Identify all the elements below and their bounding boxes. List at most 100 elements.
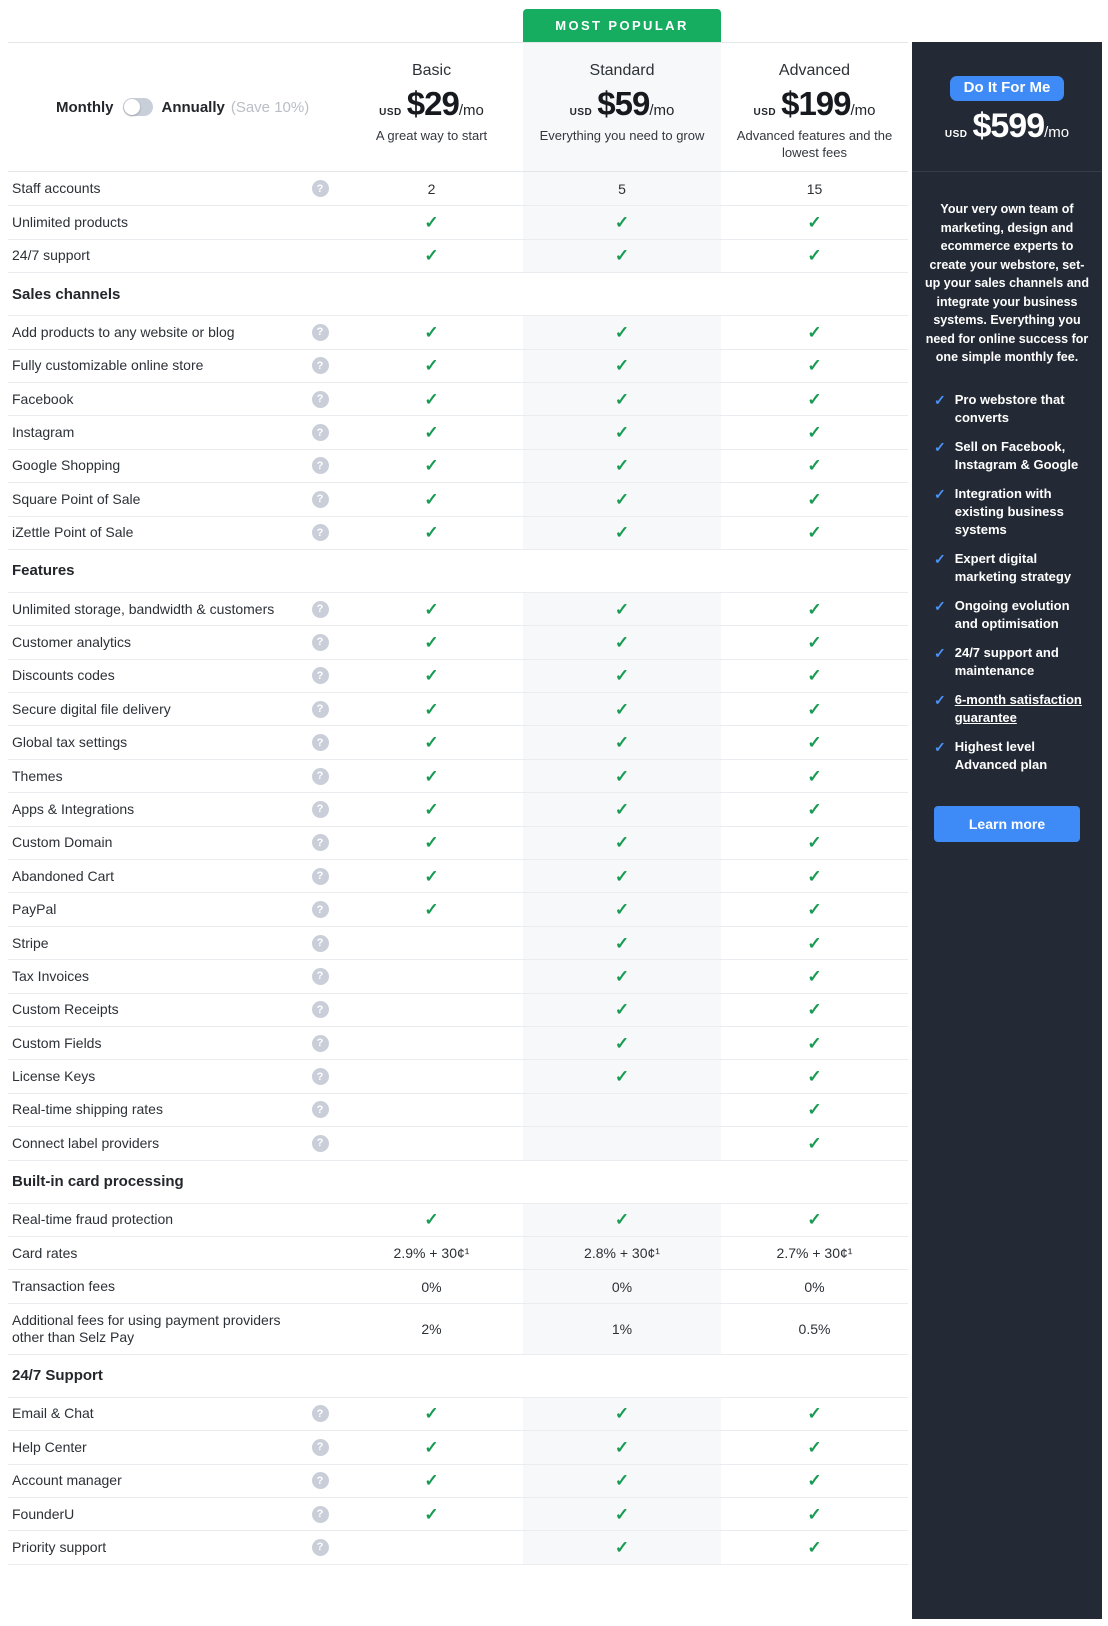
- plan-header-basic: Basic USD $29 /mo A great way to start: [340, 43, 523, 171]
- table-row: PayPal? ✓ ✓ ✓: [8, 892, 908, 926]
- plan-value-cell: ✓: [340, 416, 523, 448]
- help-icon[interactable]: ?: [311, 1472, 329, 1490]
- help-icon[interactable]: ?: [311, 934, 329, 952]
- help-icon[interactable]: ?: [311, 600, 329, 618]
- help-icon[interactable]: ?: [311, 1505, 329, 1523]
- help-icon[interactable]: ?: [311, 633, 329, 651]
- help-icon[interactable]: ?: [311, 700, 329, 718]
- panel-benefits-list: ✓ Pro webstore that converts ✓ Sell on Face…: [912, 391, 1102, 774]
- feature-label: Custom Fields: [12, 1034, 102, 1051]
- help-icon[interactable]: ?: [311, 323, 329, 341]
- feature-label: iZettle Point of Sale: [12, 524, 134, 541]
- feature-label: Priority support: [12, 1538, 107, 1555]
- learn-more-button[interactable]: Learn more: [934, 805, 1080, 842]
- help-icon[interactable]: ?: [311, 734, 329, 752]
- annually-label: Annually: [161, 98, 225, 116]
- plan-value-cell: ✓: [340, 593, 523, 625]
- help-icon[interactable]: ?: [311, 1438, 329, 1456]
- currency-label: USD: [379, 107, 402, 118]
- plan-value-cell: ✓: [721, 450, 908, 482]
- benefit-text[interactable]: 6-month satisfaction guarantee: [955, 691, 1090, 727]
- help-icon[interactable]: ?: [311, 1001, 329, 1019]
- check-icon: ✓: [934, 550, 946, 567]
- table-row: Tax Invoices? ✓ ✓: [8, 959, 908, 993]
- billing-toggle[interactable]: [122, 98, 153, 116]
- plan-value-cell: [340, 1531, 523, 1563]
- price-amount: $29: [406, 85, 460, 122]
- plan-value-cell: ✓: [721, 693, 908, 725]
- check-icon: ✓: [807, 1404, 822, 1424]
- table-row: License Keys? ✓ ✓: [8, 1059, 908, 1093]
- table-body: Staff accounts? 2 5 15 Unlimited products ✓ ✓ ✓…: [8, 172, 908, 1565]
- table-row: Real-time fraud protection ✓ ✓ ✓: [8, 1202, 908, 1236]
- help-icon[interactable]: ?: [311, 834, 329, 852]
- check-icon: ✓: [614, 1437, 630, 1457]
- plan-value: 5: [618, 180, 626, 197]
- check-icon: ✓: [614, 599, 630, 619]
- plan-value-cell: ✓: [523, 1531, 721, 1564]
- help-icon[interactable]: ?: [311, 967, 329, 985]
- plan-header-advanced: Advanced USD $199 /mo Advanced features …: [721, 43, 908, 171]
- help-cell: ?: [300, 901, 340, 919]
- benefit-item: ✓ Expert digital marketing strategy: [934, 550, 1090, 586]
- toggle-knob: [123, 99, 140, 115]
- check-icon: ✓: [424, 1471, 439, 1491]
- check-icon: ✓: [807, 866, 822, 886]
- feature-label: FounderU: [12, 1505, 75, 1522]
- help-icon[interactable]: ?: [311, 1101, 329, 1119]
- monthly-label: Monthly: [56, 98, 114, 116]
- help-icon[interactable]: ?: [311, 424, 329, 442]
- help-icon[interactable]: ?: [311, 667, 329, 685]
- feature-label: Additional fees for using payment provid…: [12, 1311, 281, 1345]
- section-header: Features: [8, 548, 908, 592]
- feature-label: Abandoned Cart: [12, 867, 114, 884]
- help-icon[interactable]: ?: [311, 490, 329, 508]
- check-icon: ✓: [614, 866, 630, 886]
- help-icon[interactable]: ?: [311, 457, 329, 475]
- check-icon: ✓: [614, 213, 630, 233]
- help-icon[interactable]: ?: [311, 901, 329, 919]
- plan-value-cell: ✓: [721, 927, 908, 959]
- plan-value-cell: ✓: [523, 926, 721, 960]
- check-icon: ✓: [807, 1471, 822, 1491]
- help-icon[interactable]: ?: [311, 1034, 329, 1052]
- help-icon[interactable]: ?: [311, 867, 329, 885]
- check-icon: ✓: [614, 246, 630, 266]
- table-row: Custom Fields? ✓ ✓: [8, 1025, 908, 1060]
- help-icon[interactable]: ?: [311, 180, 329, 198]
- help-icon[interactable]: ?: [311, 800, 329, 818]
- help-icon[interactable]: ?: [311, 1405, 329, 1423]
- help-cell: ?: [300, 490, 340, 508]
- do-it-for-me-button[interactable]: Do It For Me: [949, 76, 1065, 101]
- feature-label: Unlimited storage, bandwidth & customers: [12, 600, 275, 617]
- table-row: iZettle Point of Sale? ✓ ✓ ✓: [8, 515, 908, 549]
- plan-value-cell: ✓: [721, 416, 908, 448]
- plan-value-cell: ✓: [523, 693, 721, 726]
- price-period: /mo: [850, 102, 876, 119]
- feature-label: PayPal: [12, 901, 57, 918]
- price-amount: $59: [597, 85, 650, 122]
- help-icon[interactable]: ?: [311, 767, 329, 785]
- help-icon[interactable]: ?: [311, 1538, 329, 1556]
- currency-label: USD: [944, 129, 968, 140]
- check-icon: ✓: [807, 246, 822, 266]
- check-icon: ✓: [807, 322, 822, 342]
- check-icon: ✓: [807, 213, 822, 233]
- plan-value-cell: ✓: [340, 517, 523, 549]
- help-cell: ?: [300, 1405, 340, 1423]
- help-icon[interactable]: ?: [311, 1134, 329, 1152]
- help-icon[interactable]: ?: [311, 1068, 329, 1086]
- check-icon: ✓: [807, 632, 822, 652]
- plan-value-cell: ✓: [721, 1431, 908, 1463]
- help-icon[interactable]: ?: [311, 524, 329, 542]
- plan-value-cell: ✓: [721, 626, 908, 658]
- help-cell: ?: [300, 1472, 340, 1490]
- check-icon: ✓: [807, 1504, 822, 1524]
- plan-value: 1%: [611, 1320, 633, 1337]
- plan-value-cell: ✓: [721, 483, 908, 515]
- plan-value-cell: ✓: [340, 1465, 523, 1497]
- check-icon: ✓: [424, 766, 439, 786]
- help-icon[interactable]: ?: [311, 357, 329, 375]
- plan-value-cell: ✓: [721, 1465, 908, 1497]
- help-icon[interactable]: ?: [311, 390, 329, 408]
